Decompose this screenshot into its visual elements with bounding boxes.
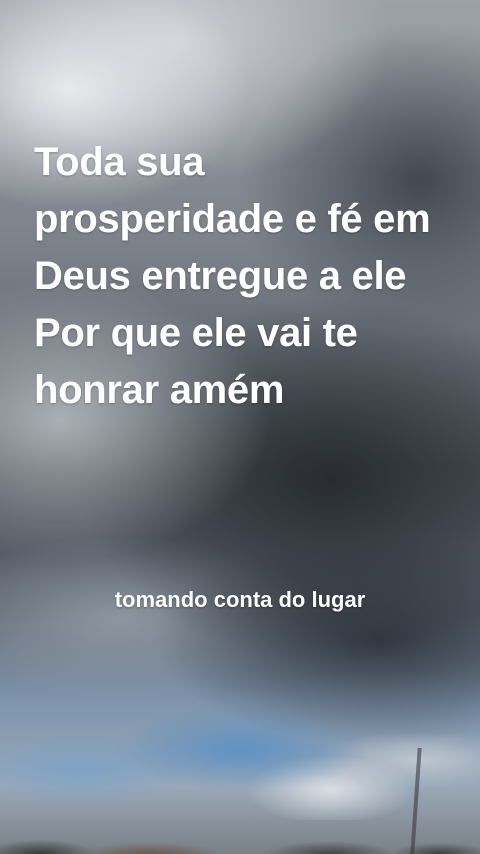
blue-sky-patch bbox=[0, 690, 480, 820]
overlay-caption: tomando conta do lugar bbox=[114, 587, 366, 612]
overlay-main-text: Toda sua prosperidade e fé em Deus entre… bbox=[34, 140, 431, 412]
cloudy-sky-background: Toda sua prosperidade e fé em Deus entre… bbox=[0, 0, 480, 854]
ground-silhouette bbox=[0, 828, 480, 854]
